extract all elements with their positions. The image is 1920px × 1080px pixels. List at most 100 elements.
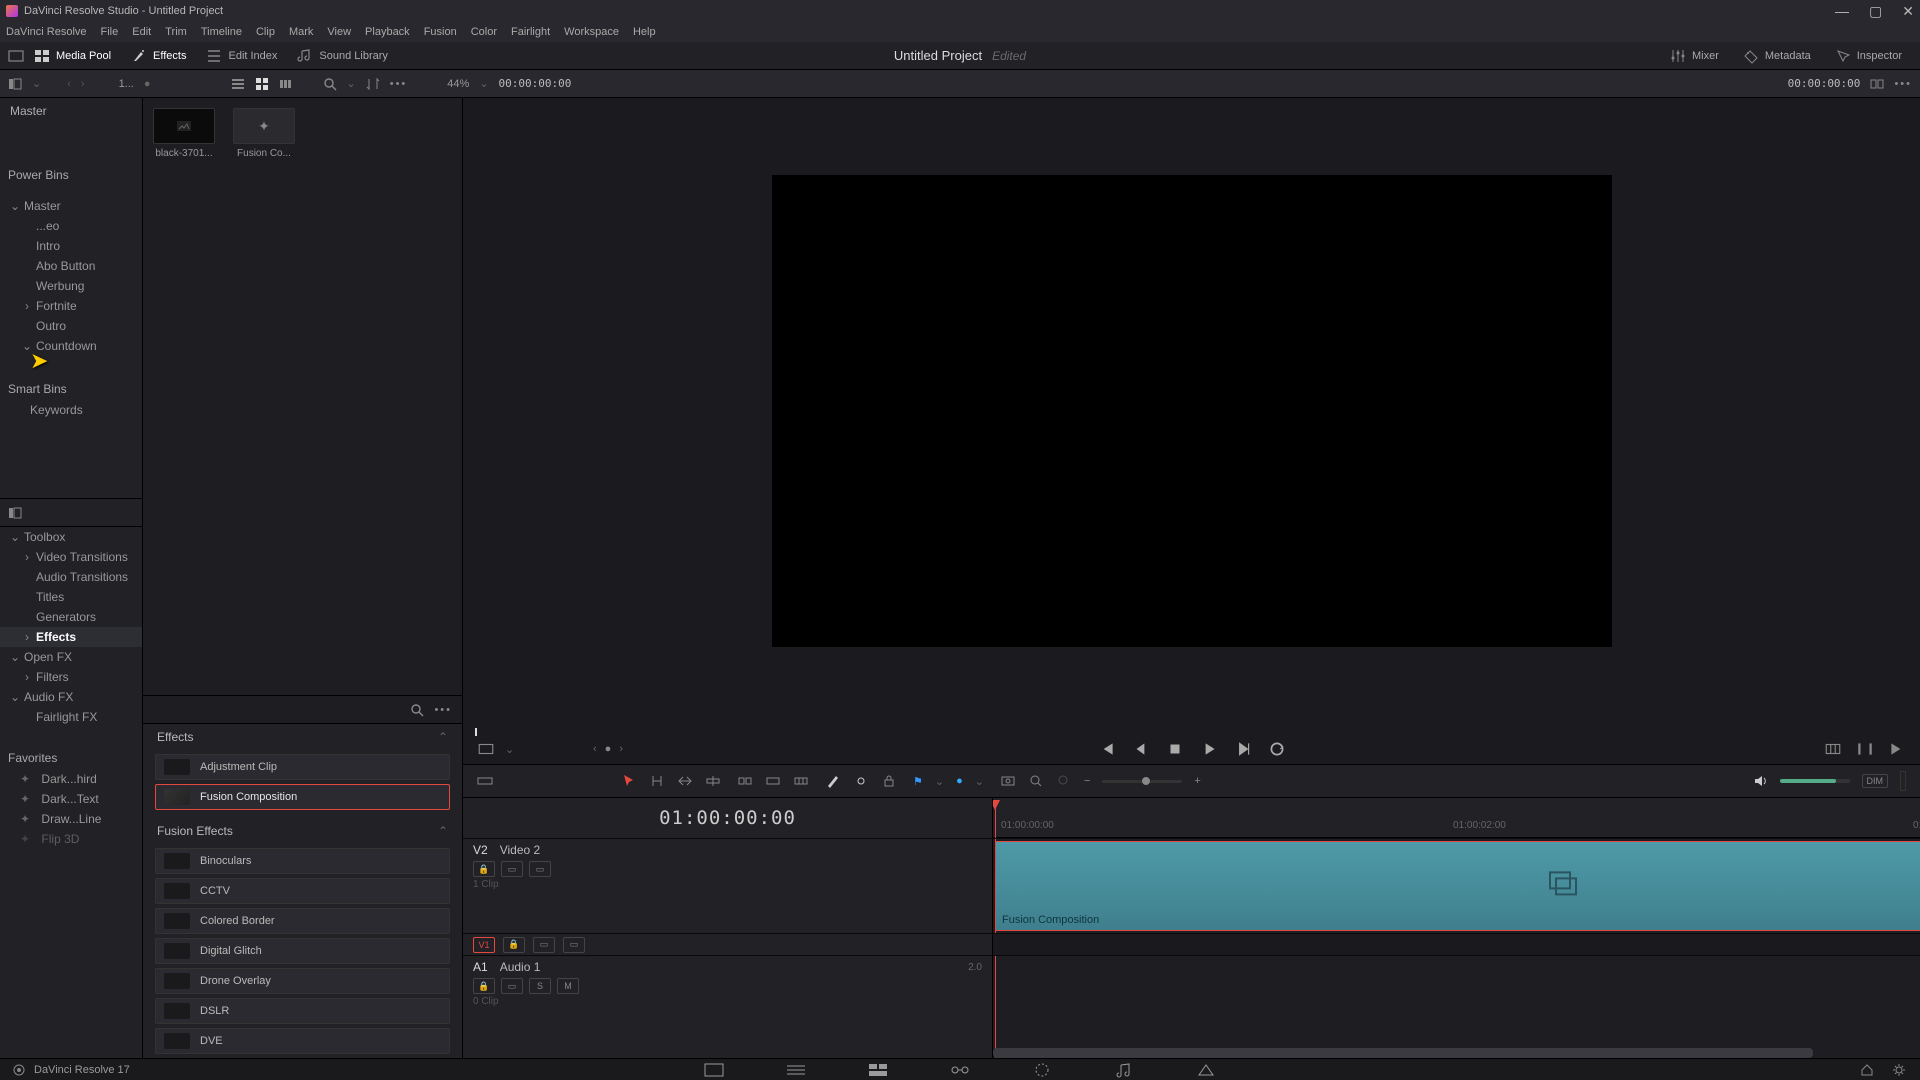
solo-button[interactable]: S: [529, 978, 551, 994]
media-clip[interactable]: black-3701...: [153, 108, 215, 159]
chevron-down-icon[interactable]: ⌄: [505, 743, 514, 756]
nav-fwd-icon[interactable]: ›: [81, 78, 85, 90]
viewer-scrubber[interactable]: [475, 724, 1908, 734]
menu-item[interactable]: Mark: [289, 26, 313, 38]
marker-color-icon[interactable]: ●: [956, 775, 963, 787]
viewer[interactable]: [463, 98, 1920, 724]
effect-item[interactable]: Digital Glitch: [155, 938, 450, 964]
marker-icon[interactable]: ●: [605, 743, 612, 755]
record-timecode[interactable]: 00:00:00:00: [1788, 77, 1861, 90]
track-header-v2[interactable]: V2Video 2 🔒 ▭ ▭ 1 Clip: [463, 838, 992, 933]
lock-track-icon[interactable]: 🔒: [503, 937, 525, 953]
menu-item[interactable]: Edit: [132, 26, 151, 38]
inspector-button[interactable]: Inspector: [1825, 44, 1912, 68]
detail-zoom-icon[interactable]: [1028, 773, 1044, 789]
effect-item[interactable]: CCTV: [155, 878, 450, 904]
menu-item[interactable]: Workspace: [564, 26, 619, 38]
search-icon[interactable]: [410, 703, 424, 717]
bypass-icon[interactable]: [477, 740, 495, 758]
chevron-down-icon[interactable]: ⌄: [479, 77, 488, 90]
strip-view-icon[interactable]: [279, 77, 293, 91]
selection-tool-icon[interactable]: [621, 773, 637, 789]
sort-icon[interactable]: [366, 77, 380, 91]
menu-item[interactable]: View: [327, 26, 351, 38]
sidebar-toggle-icon[interactable]: [8, 77, 22, 91]
chevron-down-icon[interactable]: ⌄: [32, 77, 41, 90]
timeline-timecode[interactable]: 01:00:00:00: [463, 798, 992, 838]
more-icon[interactable]: •••: [390, 78, 408, 90]
viewer-timecode[interactable]: 00:00:00:00: [499, 77, 572, 90]
track-header-a1[interactable]: A1Audio 12.0 🔒 ▭ S M 0 Clip: [463, 955, 992, 1035]
insert-icon[interactable]: [1888, 740, 1906, 758]
favorite-item[interactable]: ✦ Flip 3D: [0, 829, 142, 849]
menu-item[interactable]: Trim: [165, 26, 187, 38]
thumb-view-icon[interactable]: [255, 77, 269, 91]
bin-path[interactable]: 1...: [119, 78, 134, 90]
edit-index-button[interactable]: Edit Index: [196, 44, 287, 68]
timeline-scrollbar[interactable]: [993, 1048, 1813, 1058]
first-frame-button[interactable]: [1098, 740, 1116, 758]
custom-zoom-icon[interactable]: [1056, 773, 1072, 789]
effects-group-header[interactable]: Fusion Effects⌃: [143, 818, 462, 844]
menu-item[interactable]: DaVinci Resolve: [6, 26, 87, 38]
insert-clip-icon[interactable]: [737, 773, 753, 789]
zoom-to-fit-icon[interactable]: [1000, 773, 1016, 789]
favorite-item[interactable]: ✦ Dark...hird: [0, 769, 142, 789]
play-button[interactable]: [1200, 740, 1218, 758]
auto-select-icon[interactable]: ▭: [501, 861, 523, 877]
auto-select-icon[interactable]: ▭: [501, 978, 523, 994]
effect-item[interactable]: DSLR: [155, 998, 450, 1024]
dim-button[interactable]: DIM: [1862, 774, 1889, 788]
clip-fusion-composition[interactable]: Fusion Composition ✦: [995, 841, 1920, 931]
zoom-percent[interactable]: 44%: [447, 78, 469, 90]
home-icon[interactable]: [1860, 1063, 1874, 1077]
mute-button[interactable]: M: [557, 978, 579, 994]
menu-item[interactable]: Clip: [256, 26, 275, 38]
trim-tool-icon[interactable]: [649, 773, 665, 789]
zoom-slider[interactable]: [1102, 780, 1182, 783]
disable-video-icon[interactable]: ▭: [563, 937, 585, 953]
bin-root[interactable]: Master: [0, 98, 142, 124]
menu-item[interactable]: Timeline: [201, 26, 242, 38]
menu-item[interactable]: Fairlight: [511, 26, 550, 38]
bin-item[interactable]: Abo Button: [0, 256, 142, 276]
menu-item[interactable]: Fusion: [424, 26, 457, 38]
effect-item[interactable]: Colored Border: [155, 908, 450, 934]
mixer-button[interactable]: Mixer: [1660, 44, 1729, 68]
track-header-v1[interactable]: V1 🔒 ▭ ▭: [463, 933, 992, 955]
lock-track-icon[interactable]: 🔒: [473, 861, 495, 877]
audiofx-group[interactable]: ⌄Audio FX: [0, 687, 142, 707]
search-icon[interactable]: [323, 77, 337, 91]
more-icon[interactable]: •••: [1894, 78, 1912, 90]
media-page-tab[interactable]: [703, 1062, 725, 1078]
flag-icon[interactable]: ⚑: [913, 775, 923, 788]
track-lane-a1[interactable]: [993, 955, 1920, 1035]
edit-page-tab[interactable]: [867, 1062, 889, 1078]
bin-item[interactable]: ⌄Countdown: [0, 336, 142, 356]
next-frame-button[interactable]: [1234, 740, 1252, 758]
bin-item[interactable]: ⌄Master: [0, 196, 142, 216]
replace-clip-icon[interactable]: [793, 773, 809, 789]
effect-item[interactable]: DVE: [155, 1028, 450, 1054]
toolbox-group[interactable]: ⌄Toolbox: [0, 527, 142, 547]
effect-item[interactable]: Adjustment Clip: [155, 754, 450, 780]
overwrite-clip-icon[interactable]: [765, 773, 781, 789]
blade-tool-icon[interactable]: [705, 773, 721, 789]
menu-item[interactable]: File: [101, 26, 119, 38]
deliver-page-tab[interactable]: [1195, 1062, 1217, 1078]
favorite-item[interactable]: ✦ Dark...Text: [0, 789, 142, 809]
dual-viewer-icon[interactable]: [1870, 77, 1884, 91]
in-out-icon[interactable]: [1856, 740, 1874, 758]
effect-item[interactable]: Binoculars: [155, 848, 450, 874]
effect-item[interactable]: Drone Overlay: [155, 968, 450, 994]
close-button[interactable]: ✕: [1902, 3, 1914, 20]
chevron-down-icon[interactable]: ⌄: [347, 77, 356, 90]
volume-slider[interactable]: [1780, 779, 1850, 783]
lock-icon[interactable]: [881, 773, 897, 789]
track-lane-v2[interactable]: Fusion Composition ✦: [993, 838, 1920, 933]
bin-item[interactable]: Werbung: [0, 276, 142, 296]
bin-item[interactable]: Outro: [0, 316, 142, 336]
menu-item[interactable]: Color: [471, 26, 497, 38]
effect-item-fusion-composition[interactable]: Fusion Composition: [155, 784, 450, 810]
browser-item[interactable]: Fairlight FX: [0, 707, 142, 727]
